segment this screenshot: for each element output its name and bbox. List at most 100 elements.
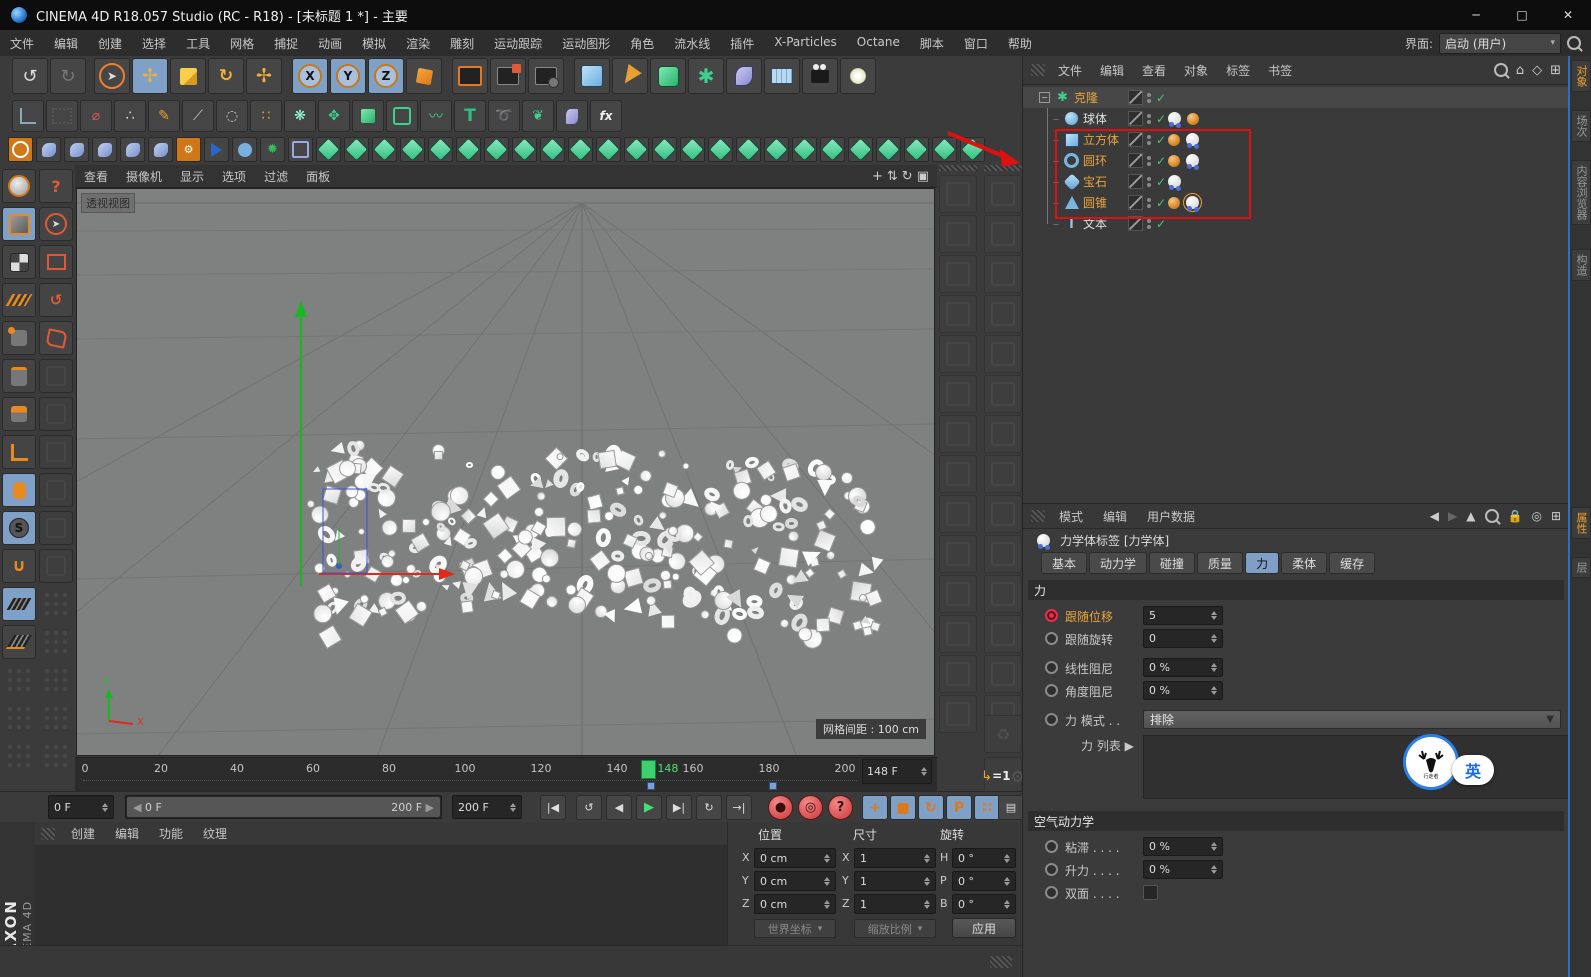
record-keyframe-button[interactable]: ● <box>768 795 793 820</box>
am-menu-0[interactable]: 模式 <box>1049 508 1093 525</box>
menu-item-17[interactable]: Octane <box>847 35 910 52</box>
om-menu-0[interactable]: 文件 <box>1049 62 1091 79</box>
menu-item-19[interactable]: 窗口 <box>954 35 998 52</box>
size-field[interactable]: 1 <box>854 848 936 868</box>
xp-modifier-icon[interactable] <box>568 137 593 162</box>
move-tool-button[interactable]: ✢ <box>132 58 168 94</box>
timeline-mode-button[interactable]: ▤ <box>998 795 1024 820</box>
om-menu-2[interactable]: 查看 <box>1133 62 1175 79</box>
param-field[interactable]: 0 % <box>1143 658 1223 677</box>
rotate-tool-button[interactable]: ↻ <box>208 58 244 94</box>
object-name[interactable]: 宝石 <box>1083 173 1107 190</box>
attr-tab-质量[interactable]: 质量 <box>1197 552 1244 574</box>
xp-gear-green-icon[interactable]: ✹ <box>260 137 285 162</box>
material-menu-handle[interactable] <box>41 827 55 840</box>
add-light-button[interactable] <box>840 58 876 94</box>
xp-planes-icon[interactable] <box>120 137 145 162</box>
attr-tab-基本[interactable]: 基本 <box>1041 552 1088 574</box>
param-field[interactable]: 0 % <box>1143 860 1223 879</box>
keyframe-help-button[interactable]: ? <box>828 795 853 820</box>
timeline-ruler[interactable]: 0 20 40 60 80 100 120 140 160 180 200 148 <box>75 757 937 792</box>
dynamics-tag-icon[interactable] <box>1186 154 1199 169</box>
object-row-球体[interactable]: – 球体 ✓ <box>1023 108 1569 129</box>
xp-modifier-icon[interactable] <box>652 137 677 162</box>
effector-fx-icon[interactable]: fx <box>590 100 622 132</box>
xp-sphere-icon[interactable] <box>64 137 89 162</box>
visibility-dots-icon[interactable] <box>1147 134 1151 145</box>
z-axis-lock-button[interactable]: Z <box>368 58 404 94</box>
two-sided-checkbox[interactable] <box>1143 885 1158 900</box>
om-drag-handle[interactable] <box>1031 64 1045 76</box>
next-frame-button[interactable]: ▶| <box>666 795 692 820</box>
keyframe-dot[interactable] <box>1045 886 1058 899</box>
deform-blue-icon[interactable] <box>556 100 588 132</box>
visibility-dots-icon[interactable] <box>1147 155 1151 166</box>
model-mode-icon[interactable] <box>2 207 36 241</box>
frame-range-slider[interactable]: ◀ 0 F 200 F ▶ <box>125 795 442 819</box>
size-field[interactable]: 1 <box>854 894 936 914</box>
undo-button[interactable]: ↺ <box>12 58 48 94</box>
xp-modifier-icon[interactable] <box>512 137 537 162</box>
keyframe-dot[interactable] <box>1045 609 1058 622</box>
viewport-solo-icon[interactable] <box>2 473 36 507</box>
keyframe-dot[interactable] <box>1045 684 1058 697</box>
target-icon[interactable]: ◎ <box>1531 509 1541 523</box>
side-tab-构造[interactable]: 构造 <box>1571 249 1591 281</box>
y-axis-lock-button[interactable]: Y <box>330 58 366 94</box>
xp-modifier-icon[interactable] <box>792 137 817 162</box>
material-menu-item-1[interactable]: 编辑 <box>105 825 149 842</box>
up-level-icon[interactable]: ▲ <box>1466 509 1475 523</box>
object-row-圆锥[interactable]: – 圆锥 ✓ <box>1023 192 1569 213</box>
loop-button[interactable]: ↻ <box>696 795 722 820</box>
menu-item-1[interactable]: 编辑 <box>44 35 88 52</box>
disabled-frame-icon[interactable] <box>46 100 78 132</box>
layer-icon[interactable] <box>1128 153 1143 168</box>
end-frame-field[interactable]: 200 F <box>452 795 522 819</box>
enabled-check-icon[interactable]: ✓ <box>1156 112 1166 126</box>
menu-item-9[interactable]: 渲染 <box>396 35 440 52</box>
timeline-key-marker[interactable] <box>769 782 777 790</box>
xp-modifier-icon[interactable] <box>736 137 761 162</box>
enabled-check-icon[interactable]: ✓ <box>1156 175 1166 189</box>
object-name[interactable]: 球体 <box>1083 110 1107 127</box>
viewport-toggle-icon[interactable]: ▣ <box>917 169 929 184</box>
object-name[interactable]: 立方体 <box>1083 131 1119 148</box>
object-name[interactable]: 文本 <box>1083 215 1107 232</box>
dynamics-tag-icon-selected[interactable] <box>1183 193 1202 212</box>
side-tab-属性[interactable]: 属性 <box>1571 507 1591 539</box>
prev-frame-button[interactable]: ◀ <box>606 795 632 820</box>
grid-array-icon[interactable]: ∷ <box>250 100 282 132</box>
rotation-field[interactable]: 0 ° <box>952 871 1016 891</box>
redo-button[interactable]: ↻ <box>50 58 86 94</box>
menu-item-0[interactable]: 文件 <box>0 35 44 52</box>
xp-modifier-icon[interactable] <box>960 137 985 162</box>
simulation-icon[interactable]: S <box>2 511 36 545</box>
xp-emitter-icon[interactable] <box>8 137 33 162</box>
xp-flow-icon[interactable] <box>148 137 173 162</box>
layer-icon[interactable] <box>1128 132 1143 147</box>
palette-drag-handle[interactable] <box>984 165 1022 171</box>
menu-item-14[interactable]: 流水线 <box>664 35 720 52</box>
motext-icon[interactable]: T <box>454 100 486 132</box>
viewport-menu-item-4[interactable]: 过滤 <box>255 168 297 185</box>
menu-item-12[interactable]: 运动图形 <box>552 35 620 52</box>
xp-cage-icon[interactable] <box>288 137 313 162</box>
position-field[interactable]: 0 cm <box>754 848 836 868</box>
help-icon[interactable]: ? <box>39 169 73 203</box>
points-mode-icon[interactable] <box>2 321 36 355</box>
keyframe-dot[interactable] <box>1045 840 1058 853</box>
xp-modifier-icon[interactable] <box>764 137 789 162</box>
snap-magnet-icon[interactable]: ∪ <box>2 549 36 583</box>
enabled-check-icon[interactable]: ✓ <box>1156 133 1166 147</box>
enabled-check-icon[interactable]: ✓ <box>1156 217 1166 231</box>
add-cube-object-button[interactable] <box>574 58 610 94</box>
xp-modifier-icon[interactable] <box>932 137 957 162</box>
world-axis-icon[interactable] <box>2 169 36 203</box>
force-section-header[interactable]: 力 <box>1028 580 1564 600</box>
attr-tab-柔体[interactable]: 柔体 <box>1281 552 1328 574</box>
scale-tool-button[interactable] <box>170 58 206 94</box>
om-menu-1[interactable]: 编辑 <box>1091 62 1133 79</box>
goto-start-button[interactable]: |◀ <box>540 795 566 820</box>
param-field[interactable]: 0 % <box>1143 681 1223 700</box>
coordinate-system-button[interactable] <box>406 58 442 94</box>
